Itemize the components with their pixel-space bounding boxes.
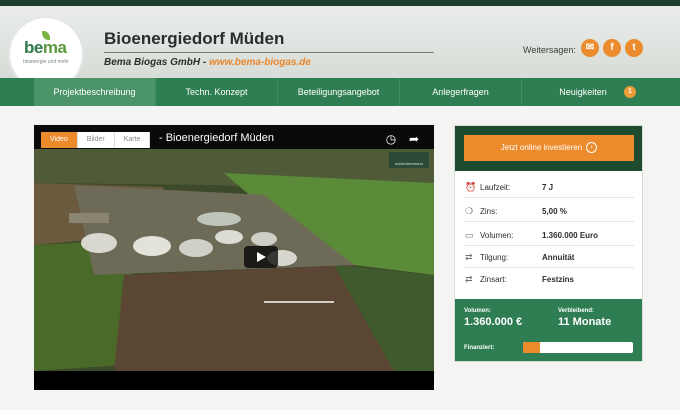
company-name: Bema Biogas GmbH xyxy=(104,57,201,68)
nav-tab-beteiligungsangebot[interactable]: Beteiligungsangebot xyxy=(278,78,400,106)
tab-bilder[interactable]: Bilder xyxy=(77,132,115,148)
video-player[interactable]: - Bioenergiedorf Müden Video Bilder Kart… xyxy=(34,125,434,390)
clock-icon: ⏰ xyxy=(465,182,477,192)
logo-text: bema xyxy=(24,38,67,57)
video-title: - Bioenergiedorf Müden xyxy=(159,132,274,144)
company-line: Bema Biogas GmbH - www.bema-biogas.de xyxy=(104,57,311,68)
piggy-bank-icon: ❍ xyxy=(465,206,474,216)
play-button[interactable] xyxy=(244,246,278,268)
email-share-button[interactable]: ✉ xyxy=(581,39,599,57)
financed-label: Finanziert: xyxy=(464,345,495,351)
investment-panel: Jetzt online investieren › ⏰ Laufzeit: 7 … xyxy=(454,125,643,362)
fact-row-zins: ❍ Zins: 5,00 % xyxy=(464,200,634,222)
money-icon: ▭ xyxy=(465,230,474,240)
invest-area: Jetzt online investieren › xyxy=(455,126,642,171)
watch-later-icon[interactable]: ◷ xyxy=(384,132,398,146)
nav-tab-anlegerfragen[interactable]: Anlegerfragen xyxy=(400,78,522,106)
video-frame-image xyxy=(34,125,434,390)
share-arrow-icon[interactable]: ➦ xyxy=(407,132,421,146)
news-count-badge: 1 xyxy=(624,86,636,98)
remaining-value: 11 Monate xyxy=(558,316,612,328)
logo-subtitle: bioenergie und mehr xyxy=(23,59,69,65)
header: bema bioenergie und mehr Bioenergiedorf … xyxy=(0,6,680,90)
twitter-share-button[interactable]: t xyxy=(625,39,643,57)
tab-video[interactable]: Video xyxy=(41,132,78,148)
share-label: Weitersagen: xyxy=(523,45,576,55)
nav-tab-techn-konzept[interactable]: Techn. Konzept xyxy=(156,78,278,106)
channel-logo: schlieckermann xyxy=(389,152,429,168)
fact-row-zinsart: ⇄ Zinsart: Festzins xyxy=(465,274,575,284)
repeat-icon: ⇄ xyxy=(465,252,473,262)
invest-online-button[interactable]: Jetzt online investieren › xyxy=(464,135,634,161)
fact-row-laufzeit: ⏰ Laufzeit: 7 J xyxy=(464,176,634,198)
email-icon: ✉ xyxy=(585,42,595,53)
facebook-icon: f xyxy=(610,42,614,53)
chevron-right-icon: › xyxy=(586,142,598,154)
title-divider xyxy=(104,52,434,53)
volume-label: Volumen: xyxy=(464,308,491,314)
fact-row-tilgung: ⇄ Tilgung: Annuität xyxy=(464,246,634,268)
volume-value: 1.360.000 € xyxy=(464,316,523,328)
fact-row-volumen: ▭ Volumen: 1.360.000 Euro xyxy=(464,224,634,246)
financed-progress-fill xyxy=(523,342,540,353)
company-url-link[interactable]: www.bema-biogas.de xyxy=(209,57,311,68)
facebook-share-button[interactable]: f xyxy=(603,39,621,57)
media-tabs: Video Bilder Karte xyxy=(41,132,151,148)
repeat-icon: ⇄ xyxy=(465,274,473,284)
twitter-icon: t xyxy=(632,42,636,53)
nav-tab-projektbeschreibung[interactable]: Projektbeschreibung xyxy=(34,78,156,106)
page-title: Bioenergiedorf Müden xyxy=(104,29,285,48)
tab-karte[interactable]: Karte xyxy=(114,132,151,148)
remaining-label: Verbleibend: xyxy=(558,308,595,314)
funding-status: Volumen: 1.360.000 € Verbleibend: 11 Mon… xyxy=(455,299,642,361)
financed-progress-bar xyxy=(523,342,633,353)
main-nav: Projektbeschreibung Techn. Konzept Betei… xyxy=(0,78,680,106)
